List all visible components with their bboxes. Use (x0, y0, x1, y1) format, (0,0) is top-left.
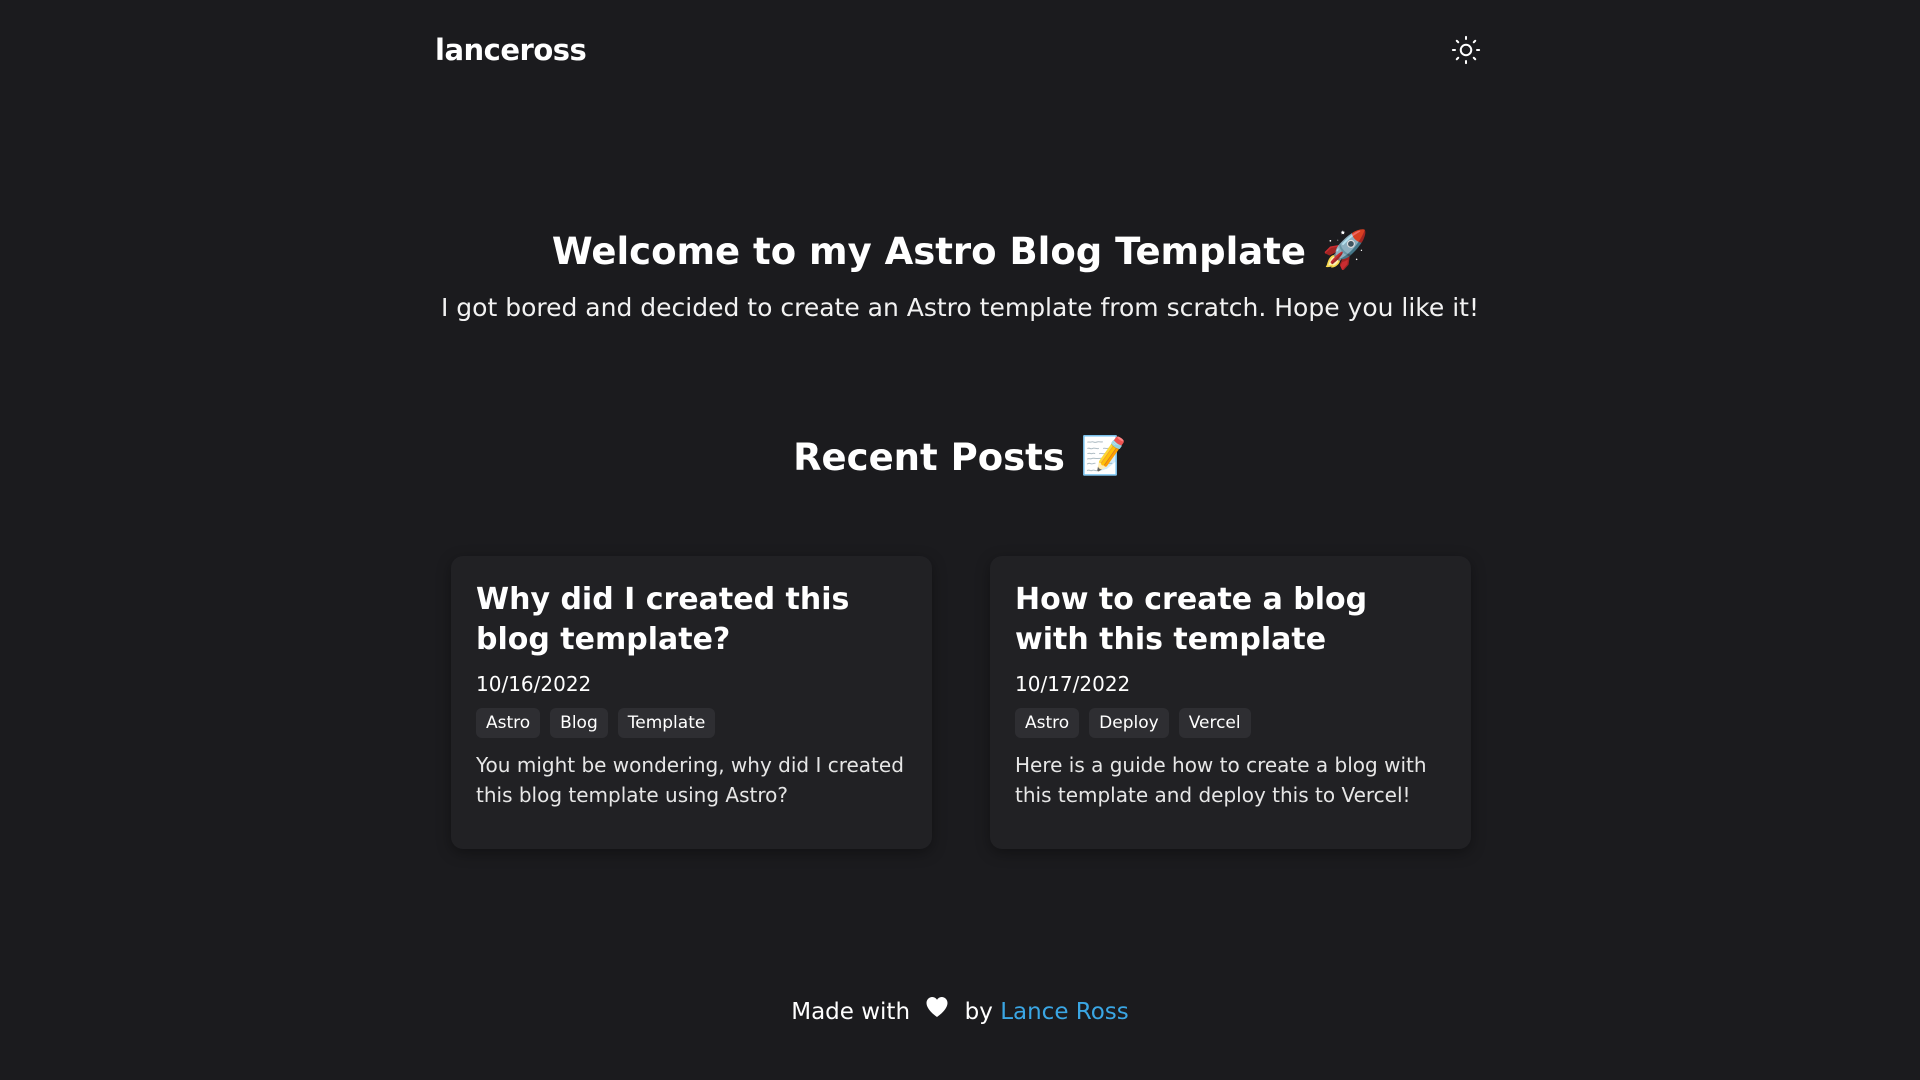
author-link[interactable]: Lance Ross (1000, 999, 1129, 1025)
heart-icon (925, 993, 949, 1029)
site-logo[interactable]: lanceross (435, 33, 587, 67)
post-description: You might be wondering, why did I create… (476, 753, 904, 807)
tag-vercel[interactable]: Vercel (1178, 708, 1251, 738)
tag-deploy[interactable]: Deploy (1089, 708, 1169, 738)
hero-section: Welcome to my Astro Blog Template 🚀 I got… (0, 222, 1920, 328)
post-tags: Astro Deploy Vercel (1015, 708, 1446, 738)
post-date: 10/16/2022 (476, 672, 592, 696)
post-tags: Astro Blog Template (476, 708, 907, 738)
site-header: lanceross (435, 26, 1485, 74)
tag-blog[interactable]: Blog (550, 708, 608, 738)
hero-title-text: Welcome to my Astro Blog Template (551, 230, 1307, 273)
footer-made-with: Made with (791, 999, 911, 1025)
tag-astro[interactable]: Astro (476, 708, 541, 738)
sun-icon (1451, 35, 1481, 65)
recent-posts-heading-text: Recent Posts (793, 436, 1065, 479)
post-date: 10/17/2022 (1015, 672, 1131, 696)
post-title[interactable]: Why did I created this blog template? (476, 580, 907, 660)
recent-posts-heading: Recent Posts 📝 (0, 428, 1920, 490)
theme-toggle-button[interactable] (1448, 32, 1484, 68)
footer-by: by (964, 999, 993, 1025)
recent-posts-section: Recent Posts 📝 (0, 428, 1920, 490)
post-title[interactable]: How to create a blog with this template (1015, 580, 1446, 660)
hero-title: Welcome to my Astro Blog Template 🚀 (0, 222, 1920, 284)
hero-subtitle: I got bored and decided to create an Ast… (440, 292, 1479, 322)
post-card[interactable]: Why did I created this blog template? 10… (451, 556, 932, 849)
post-cards: Why did I created this blog template? 10… (451, 556, 1471, 849)
tag-template[interactable]: Template (617, 708, 716, 738)
site-footer: Made with by Lance Ross (0, 994, 1920, 1031)
page: lanceross Welcome to my Astro Blog Templ… (0, 0, 1920, 1080)
post-card[interactable]: How to create a blog with this template … (990, 556, 1471, 849)
post-description: Here is a guide how to create a blog wit… (1015, 753, 1427, 807)
memo-icon: 📝 (1080, 433, 1127, 477)
tag-astro[interactable]: Astro (1015, 708, 1080, 738)
rocket-icon: 🚀 (1322, 227, 1369, 271)
